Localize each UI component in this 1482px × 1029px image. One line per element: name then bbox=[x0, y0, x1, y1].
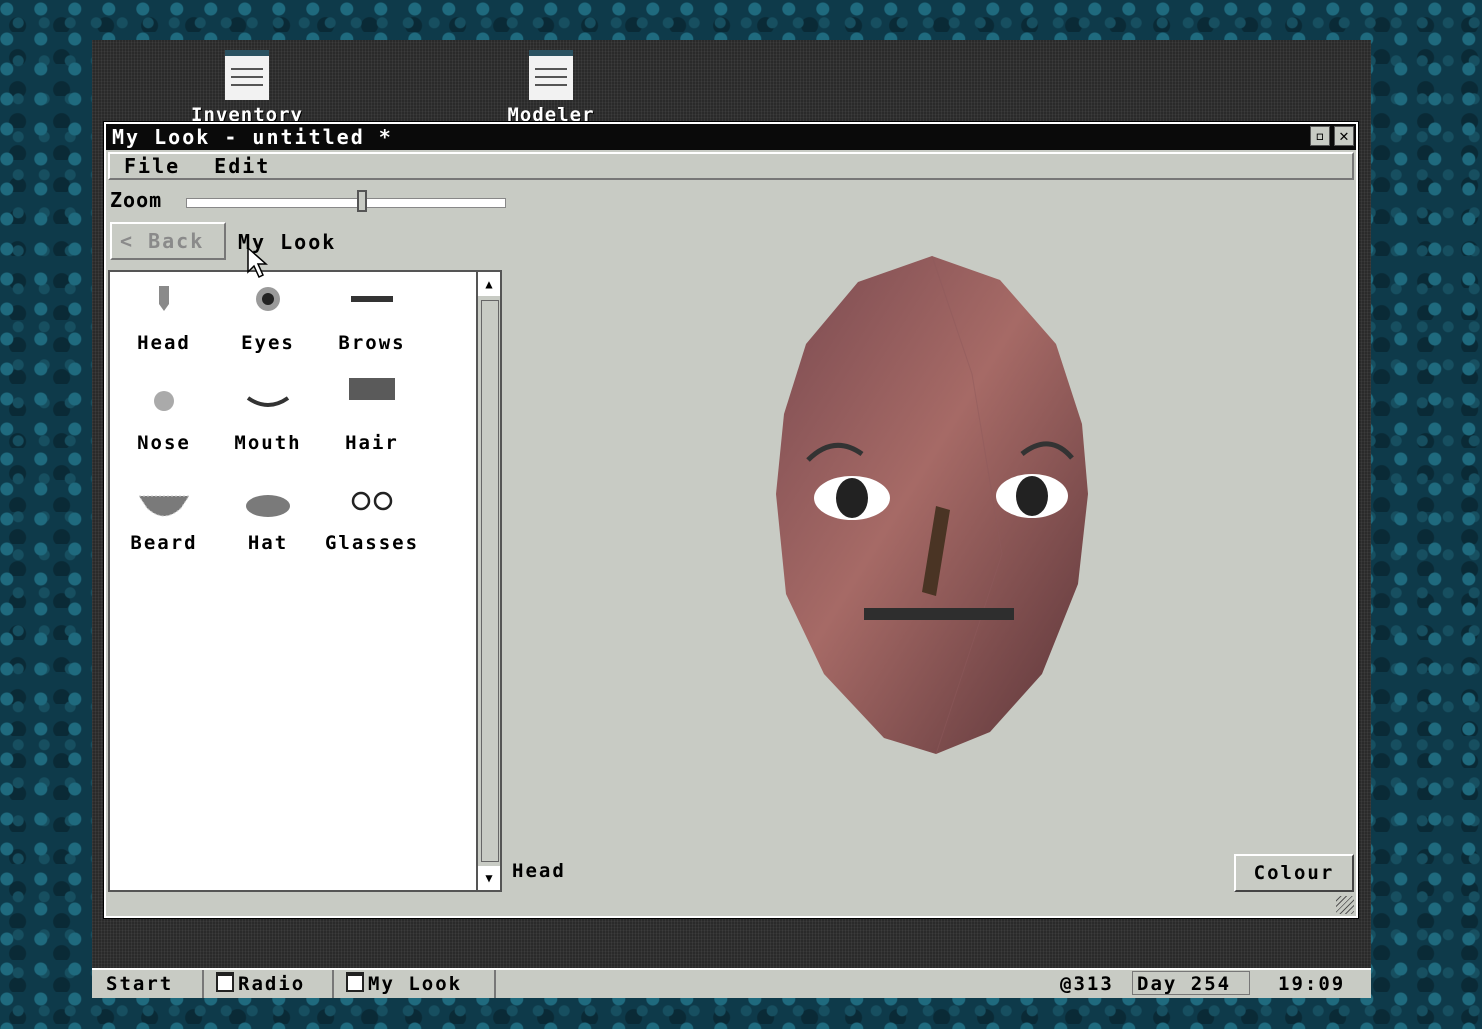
zoom-slider-thumb[interactable] bbox=[356, 190, 367, 212]
window-icon bbox=[216, 972, 234, 992]
head-icon bbox=[159, 286, 169, 311]
part-nose[interactable]: Nose bbox=[114, 386, 214, 454]
document-icon bbox=[529, 50, 573, 100]
part-eyes[interactable]: Eyes bbox=[218, 286, 318, 354]
brow-icon bbox=[351, 296, 393, 302]
part-label: Nose bbox=[137, 432, 191, 454]
part-mouth[interactable]: Mouth bbox=[218, 386, 318, 454]
window-title: My Look - untitled * bbox=[112, 125, 393, 149]
part-label: Mouth bbox=[234, 432, 302, 454]
task-label: Radio bbox=[238, 973, 306, 995]
taskbar: Start Radio My Look @313 Day 254 19:09 bbox=[92, 968, 1371, 998]
menu-file[interactable]: File bbox=[124, 154, 180, 178]
close-button[interactable]: ✕ bbox=[1334, 126, 1354, 146]
start-button[interactable]: Start bbox=[92, 970, 204, 998]
menu-edit[interactable]: Edit bbox=[214, 154, 270, 178]
maximize-button[interactable]: ▫ bbox=[1310, 126, 1330, 146]
window-icon bbox=[346, 972, 364, 992]
close-icon: ✕ bbox=[1339, 126, 1349, 145]
credits-display: @313 bbox=[1060, 973, 1114, 995]
colour-button[interactable]: Colour bbox=[1234, 854, 1354, 892]
hair-icon bbox=[349, 378, 395, 400]
part-beard[interactable]: Beard bbox=[114, 486, 214, 554]
part-label: Glasses bbox=[324, 532, 420, 554]
part-label: Brows bbox=[338, 332, 406, 354]
mouth-icon bbox=[246, 396, 290, 407]
beard-icon bbox=[139, 495, 189, 517]
nose-icon bbox=[154, 391, 174, 411]
desktop: Inventory Modeler My Look - untitled * ▫… bbox=[92, 40, 1371, 998]
day-display: Day 254 bbox=[1132, 971, 1250, 995]
menubar: File Edit bbox=[108, 152, 1354, 180]
part-head[interactable]: Head bbox=[114, 286, 214, 354]
zoom-slider[interactable] bbox=[186, 198, 506, 208]
parts-panel: Head Eyes Brows Nose Mouth Hair Beard Ha… bbox=[108, 270, 502, 892]
eye-icon bbox=[256, 287, 280, 311]
scroll-thumb[interactable] bbox=[481, 300, 499, 862]
document-icon bbox=[225, 50, 269, 100]
task-my-look[interactable]: My Look bbox=[336, 970, 496, 998]
resize-grip-icon[interactable] bbox=[1336, 896, 1354, 914]
mouse-cursor-icon bbox=[247, 246, 268, 279]
scroll-down-icon[interactable]: ▼ bbox=[478, 866, 500, 890]
part-hair[interactable]: Hair bbox=[322, 372, 422, 454]
hat-icon bbox=[246, 495, 290, 517]
desktop-icon-inventory[interactable]: Inventory bbox=[172, 50, 322, 126]
task-label: My Look bbox=[368, 973, 463, 995]
maximize-icon: ▫ bbox=[1315, 126, 1325, 145]
part-hat[interactable]: Hat bbox=[218, 486, 318, 554]
window-titlebar[interactable]: My Look - untitled * ▫ ✕ bbox=[106, 124, 1356, 150]
back-button[interactable]: < Back bbox=[110, 222, 226, 260]
clock: 19:09 bbox=[1278, 973, 1346, 995]
parts-scrollbar[interactable]: ▲ ▼ bbox=[476, 272, 500, 890]
selected-part-label: Head bbox=[512, 860, 566, 882]
desktop-icon-modeler[interactable]: Modeler bbox=[476, 50, 626, 126]
part-glasses[interactable]: Glasses bbox=[322, 486, 422, 554]
part-label: Hair bbox=[345, 432, 399, 454]
part-label: Hat bbox=[247, 532, 289, 554]
part-brows[interactable]: Brows bbox=[322, 286, 422, 354]
task-radio[interactable]: Radio bbox=[206, 970, 334, 998]
my-look-window: My Look - untitled * ▫ ✕ File Edit Zoom … bbox=[103, 121, 1359, 919]
scroll-up-icon[interactable]: ▲ bbox=[478, 272, 500, 296]
part-label: Head bbox=[137, 332, 191, 354]
part-label: Beard bbox=[130, 532, 198, 554]
part-label: Eyes bbox=[241, 332, 295, 354]
glasses-icon bbox=[351, 491, 393, 511]
face-preview[interactable] bbox=[772, 254, 1112, 764]
zoom-label: Zoom bbox=[110, 188, 163, 212]
